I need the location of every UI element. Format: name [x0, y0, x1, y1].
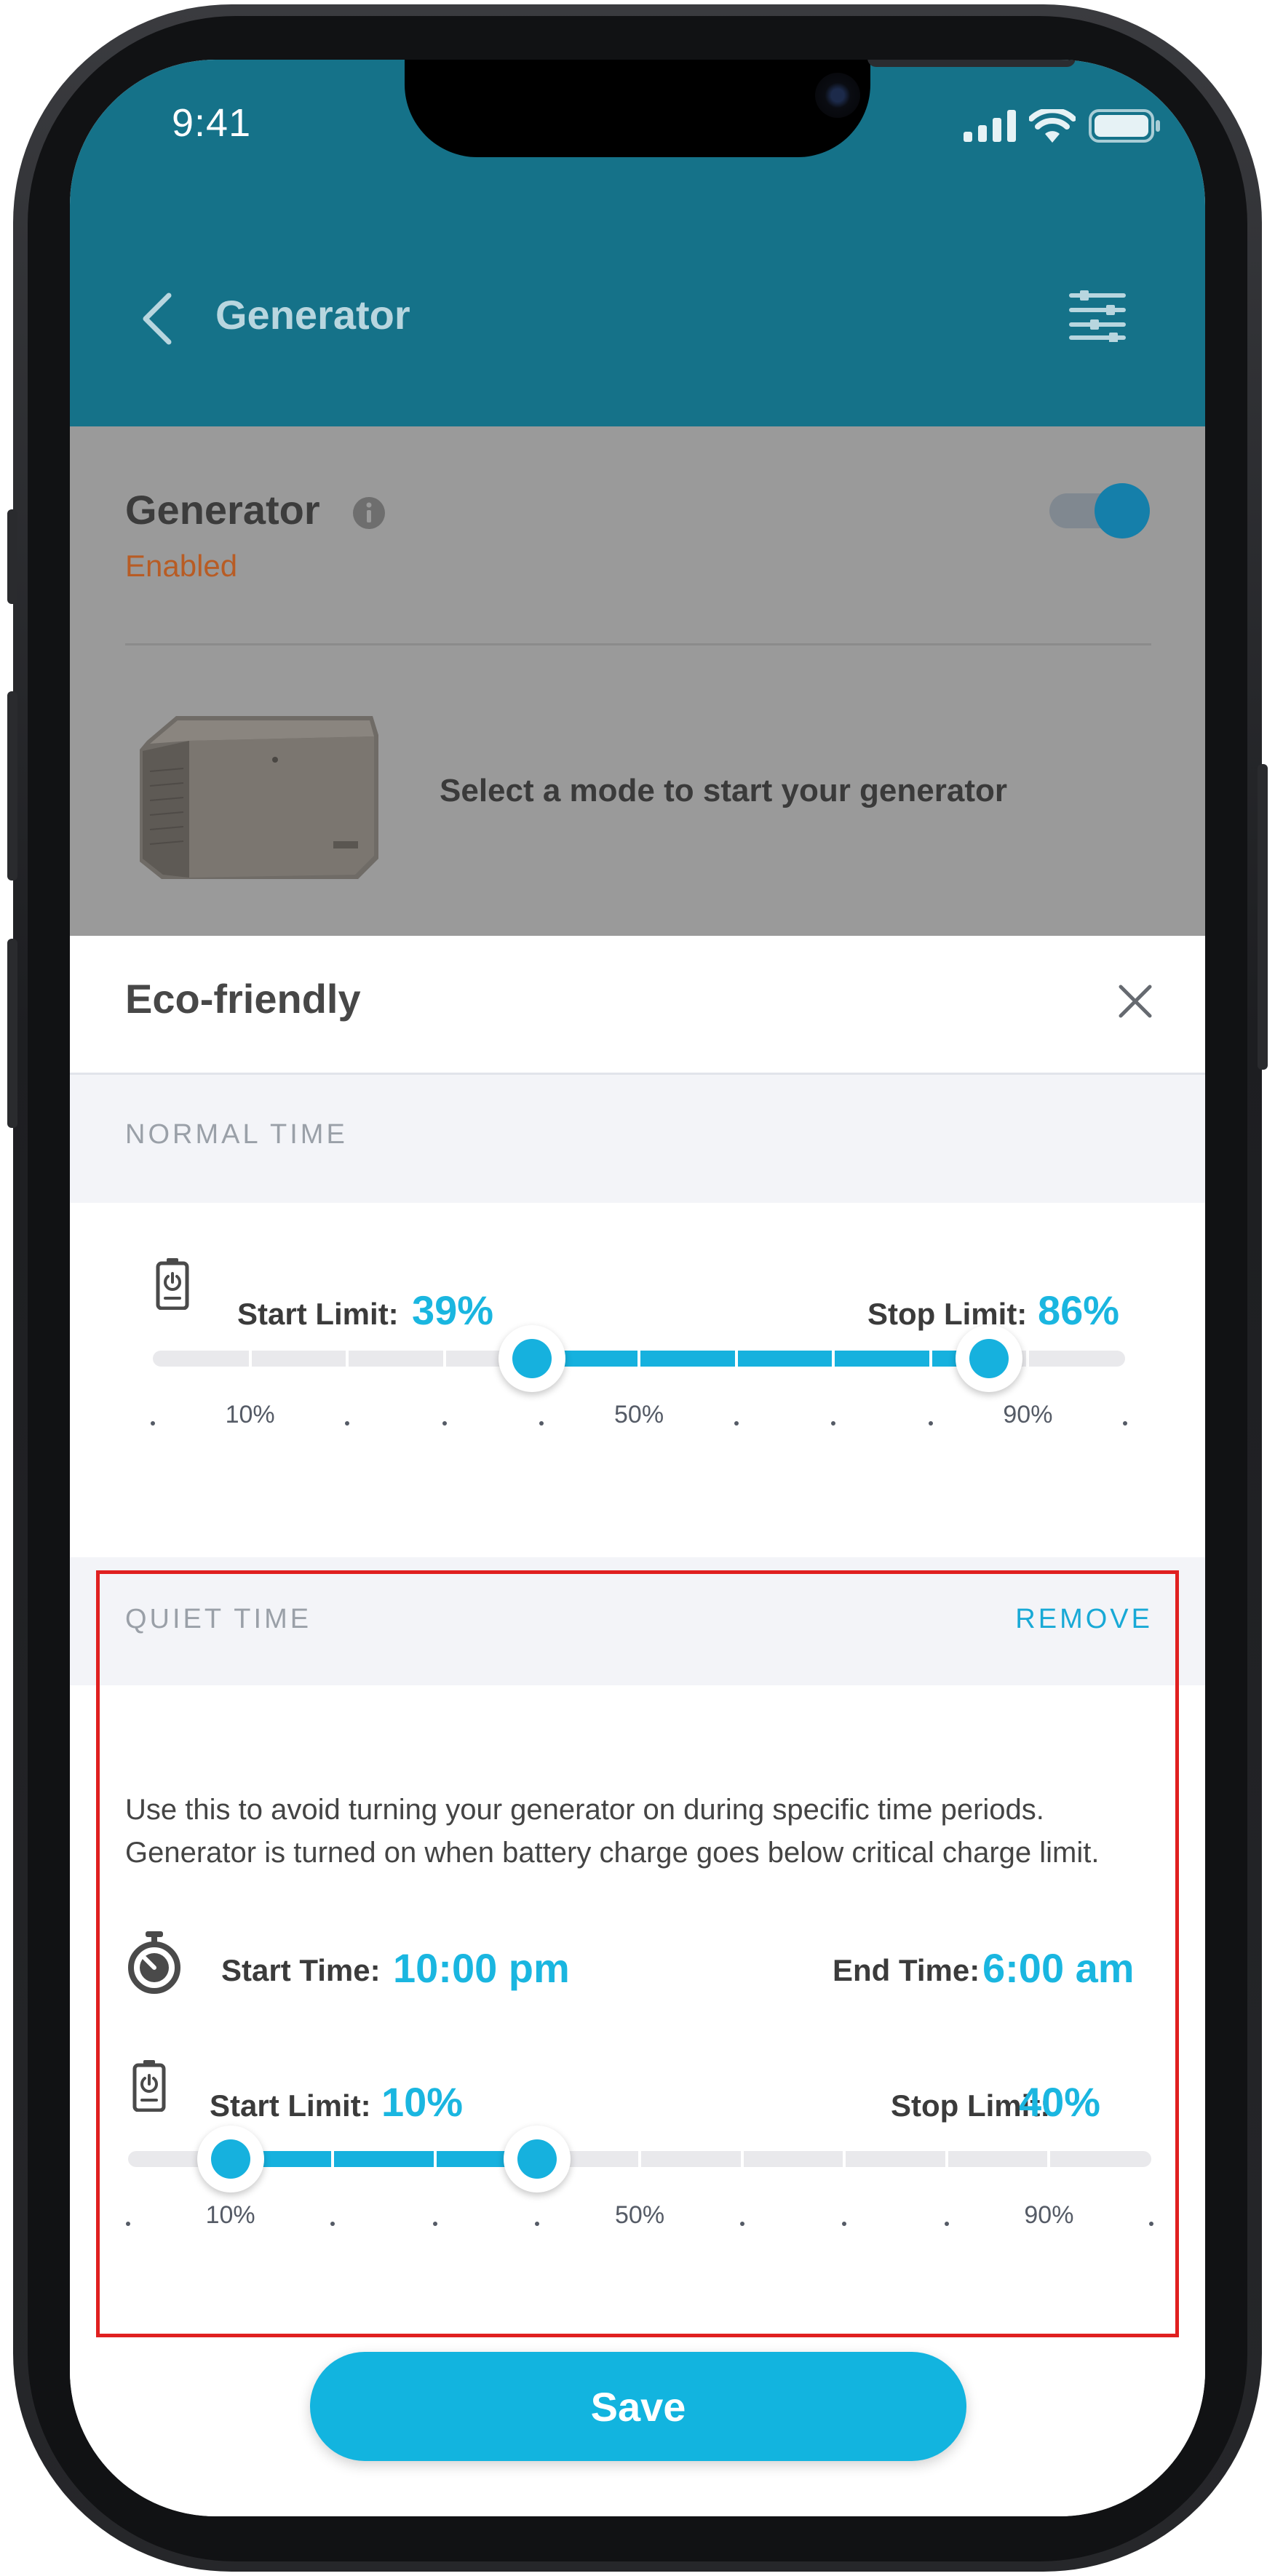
side-button-volume-down [7, 939, 17, 1128]
page-title: Generator [215, 292, 410, 338]
mode-prompt: Select a mode to start your generator [440, 773, 1007, 808]
side-button-silent [7, 509, 17, 604]
slider-tick [1026, 1351, 1030, 1367]
side-button-volume-up [7, 691, 17, 880]
app-header: 9:41 Generator [70, 60, 1205, 426]
phone-screen: 9:41 Generator Generator Enabled Select … [70, 60, 1205, 2516]
divider [125, 643, 1151, 645]
slider-tick [929, 1351, 932, 1367]
slider-fill [532, 1351, 989, 1367]
filter-sliders-icon[interactable] [1068, 290, 1127, 342]
cellular-signal-icon [964, 110, 1016, 142]
slider-tick [442, 1351, 446, 1367]
scale-label-p90: 90% [1003, 1401, 1053, 1428]
normal-time-label: NORMAL TIME [125, 1119, 348, 1150]
slider-tick [248, 1351, 252, 1367]
scale-dot [928, 1421, 933, 1426]
slider-stop-thumb[interactable] [955, 1325, 1022, 1392]
scale-dot [734, 1421, 739, 1426]
slider-tick [638, 1351, 640, 1367]
slider-start-thumb[interactable] [499, 1325, 566, 1392]
generator-title: Generator [125, 487, 320, 533]
save-button[interactable]: Save [310, 2352, 966, 2461]
scale-label-p50: 50% [614, 1401, 664, 1428]
info-icon[interactable] [352, 496, 386, 530]
speaker-grille [867, 60, 1076, 67]
sheet-title: Eco-friendly [125, 976, 361, 1022]
scale-dot [442, 1421, 447, 1426]
quiet-time-highlight [96, 1570, 1179, 2337]
back-chevron-icon[interactable] [137, 291, 180, 346]
generator-status: Enabled [125, 549, 238, 583]
side-button-power [1258, 764, 1268, 1070]
scale-dot [1123, 1421, 1127, 1426]
front-camera [815, 73, 860, 118]
generator-image [140, 716, 378, 879]
slider-tick [346, 1351, 349, 1367]
status-icons [964, 109, 1161, 143]
wifi-icon [1029, 109, 1076, 143]
scale-dot [151, 1421, 155, 1426]
generator-toggle[interactable] [1049, 483, 1151, 538]
normal-limit-slider[interactable] [153, 1319, 1125, 1399]
battery-status-icon [1089, 109, 1160, 143]
notch [405, 60, 1076, 157]
status-time: 9:41 [172, 101, 252, 145]
slider-tick [734, 1351, 738, 1367]
slider-tick [832, 1351, 835, 1367]
close-icon[interactable] [1116, 982, 1154, 1020]
battery-power-icon [156, 1258, 189, 1310]
scale-label-p10: 10% [225, 1401, 275, 1428]
toggle-knob [1095, 483, 1150, 538]
